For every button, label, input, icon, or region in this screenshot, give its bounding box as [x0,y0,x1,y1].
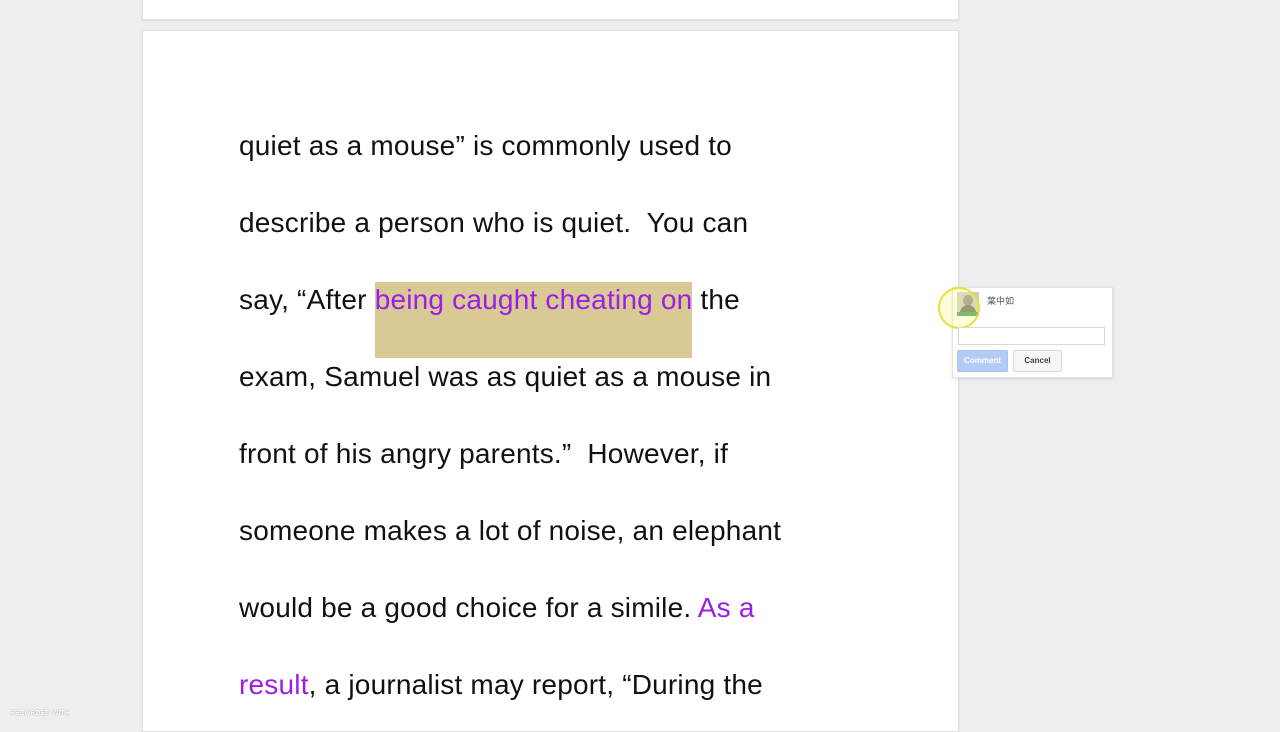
purple-text: result [239,669,309,700]
comment-input[interactable] [958,327,1105,345]
text-line: quiet as a mouse” is commonly used to [239,130,732,161]
text-line: result, a journalist may report, “During… [239,667,763,703]
purple-text: As a [697,592,755,623]
cancel-button[interactable]: Cancel [1013,350,1062,372]
text-line: front of his angry parents.” However, if [239,438,729,469]
highlighted-selection[interactable]: being caught cheating on [374,282,693,358]
text-run: the [692,284,740,315]
cursor-highlight-ring [938,287,980,329]
comment-user-name: 葉中如 [987,296,1015,306]
text-run: would be a good choice for a simile. [239,592,698,623]
text-line: say, “After being caught cheating on the [239,282,740,358]
text-line: would be a good choice for a simile. As … [239,590,755,626]
text-line: exam, Samuel was as quiet as a mouse in [239,361,772,392]
recording-watermark: RECORDED WITH [10,710,70,717]
comment-button[interactable]: Comment [957,350,1008,372]
text-run: , a journalist may report, “During the [308,669,763,700]
text-run: say, “After [239,284,375,315]
previous-page [142,0,959,20]
text-line: describe a person who is quiet. You can [239,207,749,238]
text-line: someone makes a lot of noise, an elephan… [239,515,782,546]
document-page[interactable]: quiet as a mouse” is commonly used to de… [142,30,959,732]
